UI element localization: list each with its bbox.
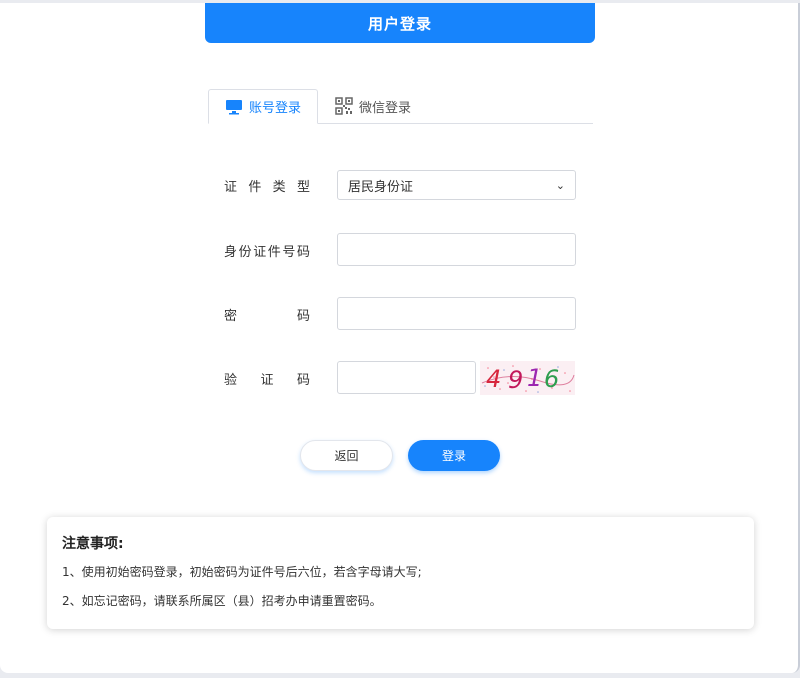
login-button-label: 登录 bbox=[441, 449, 466, 463]
id-type-label: 证件类型 bbox=[224, 179, 310, 195]
tab-account-login[interactable]: 账号登录 bbox=[208, 89, 318, 124]
tab-account-login-label: 账号登录 bbox=[249, 101, 302, 116]
page-title: 用户登录 bbox=[367, 14, 432, 33]
svg-text:9: 9 bbox=[508, 366, 523, 394]
login-button[interactable]: 登录 bbox=[408, 440, 500, 471]
captcha-row: 验证码 4 9 1 6 bbox=[224, 361, 576, 395]
id-number-input[interactable] bbox=[337, 233, 576, 266]
captcha-image[interactable]: 4 9 1 6 bbox=[480, 361, 575, 395]
chevron-down-icon: ⌄ bbox=[555, 178, 565, 192]
svg-text:1: 1 bbox=[527, 364, 542, 392]
tab-wechat-login-label: 微信登录 bbox=[359, 100, 412, 116]
notice-item: 2、如忘记密码，请联系所属区（县）招考办申请重置密码。 bbox=[62, 594, 382, 608]
login-tabs: 账号登录 微信登录 bbox=[208, 89, 593, 124]
password-row: 密码 bbox=[224, 297, 576, 331]
svg-text:6: 6 bbox=[544, 365, 559, 393]
notice-box: 注意事项: 1、使用初始密码登录，初始密码为证件号后六位，若含字母请大写; 2、… bbox=[47, 517, 754, 629]
captcha-input[interactable] bbox=[337, 361, 476, 394]
id-type-value: 居民身份证 bbox=[348, 179, 414, 195]
captcha-label: 验证码 bbox=[224, 372, 310, 388]
monitor-icon bbox=[226, 99, 242, 114]
notice-title: 注意事项: bbox=[62, 536, 124, 552]
back-button-label: 返回 bbox=[334, 449, 359, 463]
password-label: 密码 bbox=[224, 308, 310, 324]
id-number-row: 身份证件号码 bbox=[224, 233, 576, 267]
password-input[interactable] bbox=[337, 297, 576, 330]
id-type-select[interactable]: 居民身份证 ⌄ bbox=[337, 170, 576, 200]
svg-text:4: 4 bbox=[486, 365, 501, 393]
back-button[interactable]: 返回 bbox=[300, 440, 393, 471]
id-number-label: 身份证件号码 bbox=[224, 244, 310, 260]
notice-item: 1、使用初始密码登录，初始密码为证件号后六位，若含字母请大写; bbox=[62, 565, 422, 579]
tab-wechat-login[interactable]: 微信登录 bbox=[335, 89, 411, 123]
id-type-row: 证件类型 居民身份证 ⌄ bbox=[224, 168, 576, 202]
page-title-bar: 用户登录 bbox=[205, 3, 595, 43]
qr-code-icon bbox=[335, 97, 353, 115]
